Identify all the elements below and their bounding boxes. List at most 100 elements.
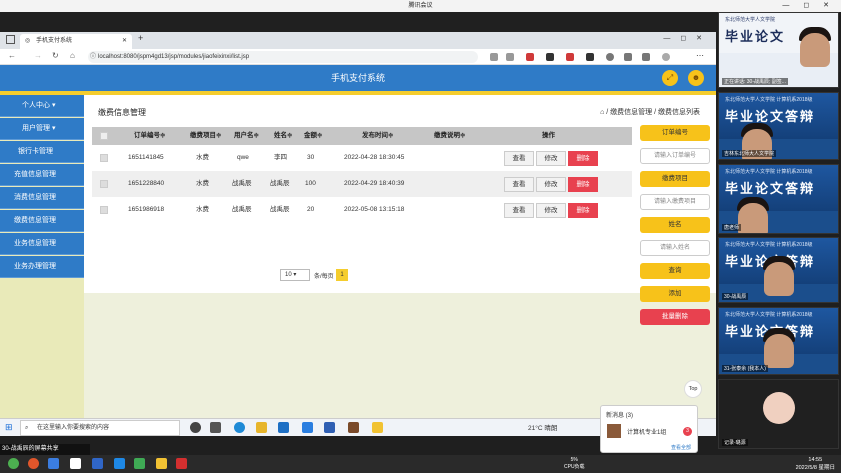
query-button[interactable]: 查询	[640, 263, 710, 279]
row-checkbox[interactable]	[100, 180, 108, 188]
edit-button[interactable]: 修改	[536, 151, 566, 166]
collections-icon[interactable]	[642, 53, 650, 61]
sidebar-item-consumption[interactable]: 消费信息管理	[0, 187, 84, 209]
sidebar-item-business-info[interactable]: 业务信息管理	[0, 233, 84, 255]
translate-icon[interactable]	[506, 53, 514, 61]
col-name[interactable]: 姓名≑	[274, 127, 292, 145]
video-tile-speaker[interactable]: 东北师范大学人文学院 毕业论文 正在讲话: 30-战禹辰; 副签...	[718, 12, 839, 88]
page-number-button[interactable]: 1	[336, 269, 348, 281]
app-dark-blue-icon[interactable]	[92, 458, 103, 469]
new-tab-button[interactable]: +	[138, 33, 143, 43]
view-button[interactable]: 查看	[504, 203, 534, 218]
wechat-icon[interactable]	[8, 458, 19, 469]
back-to-top-button[interactable]: Top	[684, 380, 702, 398]
url-field[interactable]: ⓘ localhost:8080/jspm4gd13/jsp/modules/j…	[88, 51, 478, 63]
tencent-meeting-icon[interactable]	[114, 458, 125, 469]
meeting-window-controls[interactable]: — ◻ ✕	[782, 0, 835, 12]
more-menu-icon[interactable]: ⋯	[696, 51, 704, 60]
windows-start-icon[interactable]: ⊞	[5, 422, 13, 433]
view-button[interactable]: 查看	[504, 151, 534, 166]
delete-button[interactable]: 删除	[568, 177, 598, 192]
cell-username: 战禹辰	[232, 206, 252, 213]
extension-dark2-icon[interactable]	[586, 53, 594, 61]
add-button[interactable]: 添加	[640, 286, 710, 302]
group-avatar	[607, 424, 621, 438]
back-icon[interactable]: ←	[8, 51, 16, 60]
edge-icon[interactable]	[234, 422, 245, 433]
browser-tab[interactable]: ◎ 手机支付系统 ✕	[20, 34, 132, 49]
store-icon[interactable]	[278, 422, 289, 433]
col-time[interactable]: 发布时间≑	[362, 127, 393, 145]
video-tile[interactable]: 东北师范大学人文学院 计算机系2018级毕业论文答辩 31-张泰余 (我本人)	[718, 307, 839, 375]
browser-window-controls[interactable]: — ◻ ✕	[663, 34, 706, 42]
read-aloud-icon[interactable]	[490, 53, 498, 61]
message-notification[interactable]: 新消息 (3) 计算机专业1组 3 查看全部	[600, 405, 698, 453]
home-icon[interactable]: ⌂	[70, 51, 75, 60]
sidebar-item-recharge[interactable]: 充值信息管理	[0, 164, 84, 186]
tab-title: 手机支付系统	[36, 38, 73, 44]
row-checkbox[interactable]	[100, 154, 108, 162]
edit-button[interactable]: 修改	[536, 177, 566, 192]
sidebar-item-bank-card[interactable]: 银行卡管理	[0, 141, 84, 163]
app-icon[interactable]	[348, 422, 359, 433]
delete-button[interactable]: 删除	[568, 203, 598, 218]
task-view-icon[interactable]	[210, 422, 221, 433]
wechat-work-icon[interactable]	[134, 458, 145, 469]
select-all-checkbox[interactable]	[100, 132, 108, 140]
forward-icon[interactable]: →	[34, 51, 42, 60]
item-label-button[interactable]: 缴费项目	[640, 171, 710, 187]
delete-button[interactable]: 删除	[568, 151, 598, 166]
sidebar-item-business-handle[interactable]: 业务办理管理	[0, 256, 84, 278]
name-label-button[interactable]: 姓名	[640, 217, 710, 233]
view-all-link[interactable]: 查看全部	[671, 444, 691, 451]
col-amount[interactable]: 金额≑	[304, 127, 322, 145]
extension-dark-icon[interactable]	[546, 53, 554, 61]
file-explorer-icon[interactable]	[256, 422, 267, 433]
cortana-icon[interactable]	[190, 422, 201, 433]
view-button[interactable]: 查看	[504, 177, 534, 192]
mail-icon[interactable]	[302, 422, 313, 433]
order-no-label-button[interactable]: 订单编号	[640, 125, 710, 141]
tab-close-icon[interactable]: ✕	[122, 34, 127, 49]
user-icon[interactable]: ☻	[688, 70, 704, 86]
fullscreen-icon[interactable]: ⤢	[662, 70, 678, 86]
col-order-no[interactable]: 订单编号≑	[134, 127, 165, 145]
name-input[interactable]: 请输入姓名	[640, 240, 710, 256]
sidebar-item-payment[interactable]: 缴费信息管理	[0, 210, 84, 232]
sidebar-item-personal-center[interactable]: 个人中心 ▾	[0, 95, 84, 117]
order-no-input[interactable]: 请输入订单编号	[640, 148, 710, 164]
page-size-select[interactable]: 10 ▾	[280, 269, 310, 281]
col-username[interactable]: 用户名≑	[234, 127, 259, 145]
taskbar-search-input[interactable]: ⌕ 在这里输入你要搜索的内容	[20, 420, 180, 436]
app-blue-icon[interactable]	[48, 458, 59, 469]
folder-icon[interactable]	[156, 458, 167, 469]
browser-window: ◎ 手机支付系统 ✕ + — ◻ ✕ ← → ↻ ⌂ ⓘ localhost:8…	[0, 32, 716, 418]
sidebar-item-user-mgmt[interactable]: 用户管理 ▾	[0, 118, 84, 140]
refresh-ext-icon[interactable]	[606, 53, 614, 61]
meeting-app-icon[interactable]	[324, 422, 335, 433]
video-tile[interactable]: 东北师范大学人文学院 计算机系2018级 毕业论文答辩 唐老师	[718, 164, 839, 234]
weather-widget[interactable]: 21°C 晴朗	[528, 422, 557, 432]
notes-icon[interactable]	[372, 422, 383, 433]
row-checkbox[interactable]	[100, 206, 108, 214]
wps-icon[interactable]	[176, 458, 187, 469]
profile-icon[interactable]	[662, 53, 670, 61]
col-item[interactable]: 缴费项目≑	[190, 127, 221, 145]
favorites-icon[interactable]	[624, 53, 632, 61]
edit-button[interactable]: 修改	[536, 203, 566, 218]
extension-red-icon[interactable]	[526, 53, 534, 61]
extension-red2-icon[interactable]	[566, 53, 574, 61]
video-tile[interactable]: 东北师范大学人文学院 计算机系2018级毕业论文答辩 30-战禹辰	[718, 237, 839, 303]
breadcrumb[interactable]: ⌂ / 缴费信息管理 / 缴费信息列表	[600, 107, 700, 117]
chrome-icon[interactable]	[28, 458, 39, 469]
refresh-icon[interactable]: ↻	[52, 51, 59, 60]
system-clock[interactable]: 14:55 2022/5/8 星期日	[796, 456, 835, 472]
window-icon[interactable]	[6, 35, 15, 44]
video-tile[interactable]: 东北师范大学人文学院 计算机系2018级 毕业论文答辩 吉林东北师大人文学院	[718, 92, 839, 160]
video-tile-self[interactable]: 记录-璐源	[718, 379, 839, 449]
batch-delete-button[interactable]: 批量删除	[640, 309, 710, 325]
col-note[interactable]: 缴费说明≑	[434, 127, 465, 145]
item-input[interactable]: 请输入缴费项目	[640, 194, 710, 210]
app-white-icon[interactable]	[70, 458, 81, 469]
info-icon[interactable]: ⓘ	[90, 51, 96, 63]
